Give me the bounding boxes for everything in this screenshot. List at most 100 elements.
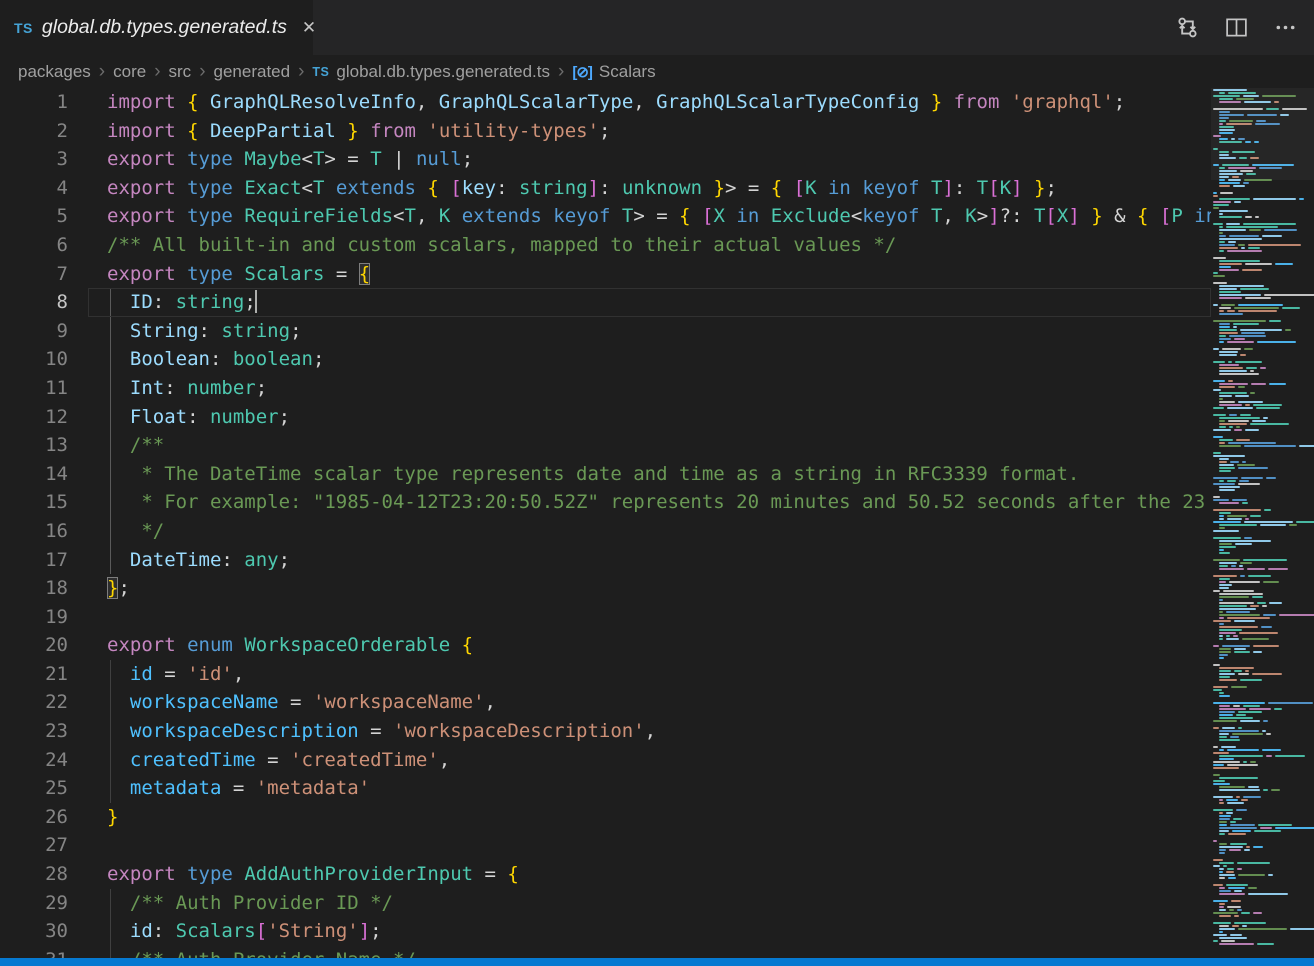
- line-number[interactable]: 2: [0, 117, 68, 146]
- line-number[interactable]: 4: [0, 174, 68, 203]
- code-line-29[interactable]: 29 /** Auth Provider ID */: [0, 889, 1211, 918]
- line-content[interactable]: * For example: "1985-04-12T23:20:50.52Z"…: [68, 488, 1205, 517]
- line-number[interactable]: 9: [0, 317, 68, 346]
- code-line-2[interactable]: 2import { DeepPartial } from 'utility-ty…: [0, 117, 1211, 146]
- code-line-20[interactable]: 20export enum WorkspaceOrderable {: [0, 631, 1211, 660]
- line-number[interactable]: 6: [0, 231, 68, 260]
- line-number[interactable]: 3: [0, 145, 68, 174]
- line-content[interactable]: DateTime: any;: [68, 546, 290, 575]
- line-content[interactable]: export type AddAuthProviderInput = {: [68, 860, 519, 889]
- split-editor-icon[interactable]: [1224, 15, 1249, 40]
- line-content[interactable]: /** Auth Provider ID */: [68, 889, 393, 918]
- line-number[interactable]: 16: [0, 517, 68, 546]
- line-content[interactable]: */: [68, 517, 164, 546]
- code-line-6[interactable]: 6/** All built-in and custom scalars, ma…: [0, 231, 1211, 260]
- line-number[interactable]: 11: [0, 374, 68, 403]
- line-content[interactable]: /** All built-in and custom scalars, map…: [68, 231, 896, 260]
- line-number[interactable]: 25: [0, 774, 68, 803]
- code-line-21[interactable]: 21 id = 'id',: [0, 660, 1211, 689]
- code-line-31[interactable]: 31 /** Auth Provider Name */: [0, 946, 1211, 958]
- line-content[interactable]: };: [68, 574, 130, 603]
- line-content[interactable]: export enum WorkspaceOrderable {: [68, 631, 473, 660]
- code-line-10[interactable]: 10 Boolean: boolean;: [0, 345, 1211, 374]
- line-content[interactable]: ID: string;: [68, 288, 257, 317]
- breadcrumb-item-src[interactable]: src: [169, 62, 192, 82]
- code-line-23[interactable]: 23 workspaceDescription = 'workspaceDesc…: [0, 717, 1211, 746]
- breadcrumb-item-core[interactable]: core: [113, 62, 146, 82]
- line-number[interactable]: 10: [0, 345, 68, 374]
- line-content[interactable]: import { DeepPartial } from 'utility-typ…: [68, 117, 610, 146]
- code-editor[interactable]: 1import { GraphQLResolveInfo, GraphQLSca…: [0, 88, 1211, 958]
- more-actions-icon[interactable]: [1273, 15, 1298, 40]
- editor-tab[interactable]: TS global.db.types.generated.ts ✕: [0, 0, 313, 55]
- line-content[interactable]: }: [68, 803, 118, 832]
- code-line-18[interactable]: 18};: [0, 574, 1211, 603]
- line-number[interactable]: 18: [0, 574, 68, 603]
- code-line-26[interactable]: 26}: [0, 803, 1211, 832]
- line-content[interactable]: import { GraphQLResolveInfo, GraphQLScal…: [68, 88, 1125, 117]
- line-number[interactable]: 7: [0, 260, 68, 289]
- breadcrumb-item-scalars[interactable]: [⊘]Scalars: [572, 62, 655, 82]
- line-number[interactable]: 15: [0, 488, 68, 517]
- code-line-24[interactable]: 24 createdTime = 'createdTime',: [0, 746, 1211, 775]
- line-content[interactable]: Float: number;: [68, 403, 290, 432]
- line-content[interactable]: String: string;: [68, 317, 302, 346]
- code-line-7[interactable]: 7export type Scalars = {: [0, 260, 1211, 289]
- close-tab-icon[interactable]: ✕: [302, 18, 316, 38]
- line-number[interactable]: 13: [0, 431, 68, 460]
- line-number[interactable]: 19: [0, 603, 68, 632]
- line-content[interactable]: workspaceDescription = 'workspaceDescrip…: [68, 717, 656, 746]
- line-content[interactable]: createdTime = 'createdTime',: [68, 746, 450, 775]
- code-line-14[interactable]: 14 * The DateTime scalar type represents…: [0, 460, 1211, 489]
- line-number[interactable]: 20: [0, 631, 68, 660]
- code-line-5[interactable]: 5export type RequireFields<T, K extends …: [0, 202, 1211, 231]
- code-line-25[interactable]: 25 metadata = 'metadata': [0, 774, 1211, 803]
- code-line-28[interactable]: 28export type AddAuthProviderInput = {: [0, 860, 1211, 889]
- code-line-30[interactable]: 30 id: Scalars['String'];: [0, 917, 1211, 946]
- line-number[interactable]: 22: [0, 688, 68, 717]
- line-number[interactable]: 17: [0, 546, 68, 575]
- line-content[interactable]: metadata = 'metadata': [68, 774, 370, 803]
- line-content[interactable]: Int: number;: [68, 374, 267, 403]
- minimap-slider[interactable]: [1211, 88, 1314, 180]
- code-line-11[interactable]: 11 Int: number;: [0, 374, 1211, 403]
- line-content[interactable]: export type Scalars = {: [68, 260, 370, 289]
- breadcrumb-item-packages[interactable]: packages: [18, 62, 91, 82]
- line-number[interactable]: 5: [0, 202, 68, 231]
- line-content[interactable]: [68, 603, 107, 632]
- line-content[interactable]: /** Auth Provider Name */: [68, 946, 416, 958]
- line-content[interactable]: id: Scalars['String'];: [68, 917, 382, 946]
- line-content[interactable]: [68, 831, 107, 860]
- line-content[interactable]: export type Exact<T extends { [key: stri…: [68, 174, 1057, 203]
- code-line-17[interactable]: 17 DateTime: any;: [0, 546, 1211, 575]
- line-number[interactable]: 8: [0, 288, 68, 317]
- compare-changes-icon[interactable]: [1175, 15, 1200, 40]
- code-line-4[interactable]: 4export type Exact<T extends { [key: str…: [0, 174, 1211, 203]
- line-content[interactable]: export type Maybe<T> = T | null;: [68, 145, 473, 174]
- code-line-9[interactable]: 9 String: string;: [0, 317, 1211, 346]
- line-number[interactable]: 21: [0, 660, 68, 689]
- line-number[interactable]: 12: [0, 403, 68, 432]
- line-number[interactable]: 23: [0, 717, 68, 746]
- code-line-15[interactable]: 15 * For example: "1985-04-12T23:20:50.5…: [0, 488, 1211, 517]
- line-number[interactable]: 27: [0, 831, 68, 860]
- line-number[interactable]: 29: [0, 889, 68, 918]
- breadcrumb-item-generated[interactable]: generated: [214, 62, 291, 82]
- code-line-12[interactable]: 12 Float: number;: [0, 403, 1211, 432]
- code-line-3[interactable]: 3export type Maybe<T> = T | null;: [0, 145, 1211, 174]
- line-content[interactable]: Boolean: boolean;: [68, 345, 324, 374]
- line-number[interactable]: 26: [0, 803, 68, 832]
- line-number[interactable]: 1: [0, 88, 68, 117]
- line-content[interactable]: * The DateTime scalar type represents da…: [68, 460, 1079, 489]
- line-content[interactable]: id = 'id',: [68, 660, 244, 689]
- line-content[interactable]: /**: [68, 431, 164, 460]
- code-line-16[interactable]: 16 */: [0, 517, 1211, 546]
- line-number[interactable]: 24: [0, 746, 68, 775]
- code-line-8[interactable]: 8 ID: string;: [0, 288, 1211, 317]
- code-line-13[interactable]: 13 /**: [0, 431, 1211, 460]
- line-content[interactable]: export type RequireFields<T, K extends k…: [68, 202, 1211, 231]
- code-line-1[interactable]: 1import { GraphQLResolveInfo, GraphQLSca…: [0, 88, 1211, 117]
- line-number[interactable]: 31: [0, 946, 68, 958]
- line-number[interactable]: 14: [0, 460, 68, 489]
- code-line-19[interactable]: 19: [0, 603, 1211, 632]
